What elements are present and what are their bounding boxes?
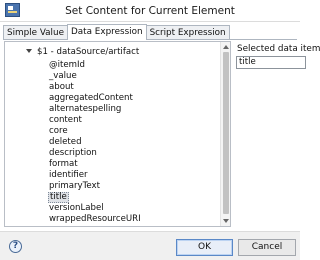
tree-root-label: $1 - dataSource/artifact (37, 47, 140, 57)
scroll-up-arrow-icon[interactable] (223, 45, 229, 49)
scroll-down-arrow-icon[interactable] (223, 219, 229, 223)
tree-item[interactable]: description (48, 148, 98, 159)
tree-item[interactable]: deleted (48, 137, 83, 148)
tab-panel-border (3, 39, 297, 40)
tab-data-expression[interactable]: Data Expression (67, 24, 147, 40)
tab-strip: Simple Value Data Expression Script Expr… (3, 24, 230, 40)
window-title: Set Content for Current Element (65, 5, 235, 17)
tab-script-expression[interactable]: Script Expression (145, 25, 230, 40)
data-tree[interactable]: $1 - dataSource/artifact @itemId _value … (4, 41, 231, 227)
tree-item[interactable]: identifier (48, 170, 89, 181)
tree-item[interactable]: content (48, 115, 83, 126)
tree-item[interactable]: wrappedResourceURI (48, 214, 142, 225)
ok-button[interactable]: OK (176, 239, 233, 256)
tree-item[interactable]: versionLabel (48, 203, 105, 214)
cancel-button[interactable]: Cancel (238, 239, 296, 256)
selected-item-label: Selected data item (237, 44, 320, 54)
tree-item[interactable]: format (48, 159, 79, 170)
selected-item-field[interactable]: title (236, 56, 306, 69)
tree-item[interactable]: @itemId (48, 60, 86, 71)
title-bar: Set Content for Current Element (0, 0, 300, 22)
tree-item[interactable]: about (48, 82, 75, 93)
tree-item[interactable]: primaryText (48, 181, 101, 192)
tree-root-node[interactable]: $1 - dataSource/artifact (26, 47, 139, 58)
tree-item[interactable]: core (48, 126, 69, 137)
tree-item-selected[interactable]: title (48, 192, 69, 203)
tree-item[interactable]: aggregatedContent (48, 93, 134, 104)
help-icon[interactable]: ? (9, 240, 22, 253)
tree-item[interactable]: _value (48, 71, 78, 82)
collapse-arrow-icon[interactable] (26, 49, 32, 53)
tree-item[interactable]: alternatespelling (48, 104, 122, 115)
scrollbar-thumb[interactable] (223, 52, 229, 214)
tab-simple-value[interactable]: Simple Value (3, 25, 68, 40)
vertical-scrollbar[interactable] (220, 42, 230, 226)
